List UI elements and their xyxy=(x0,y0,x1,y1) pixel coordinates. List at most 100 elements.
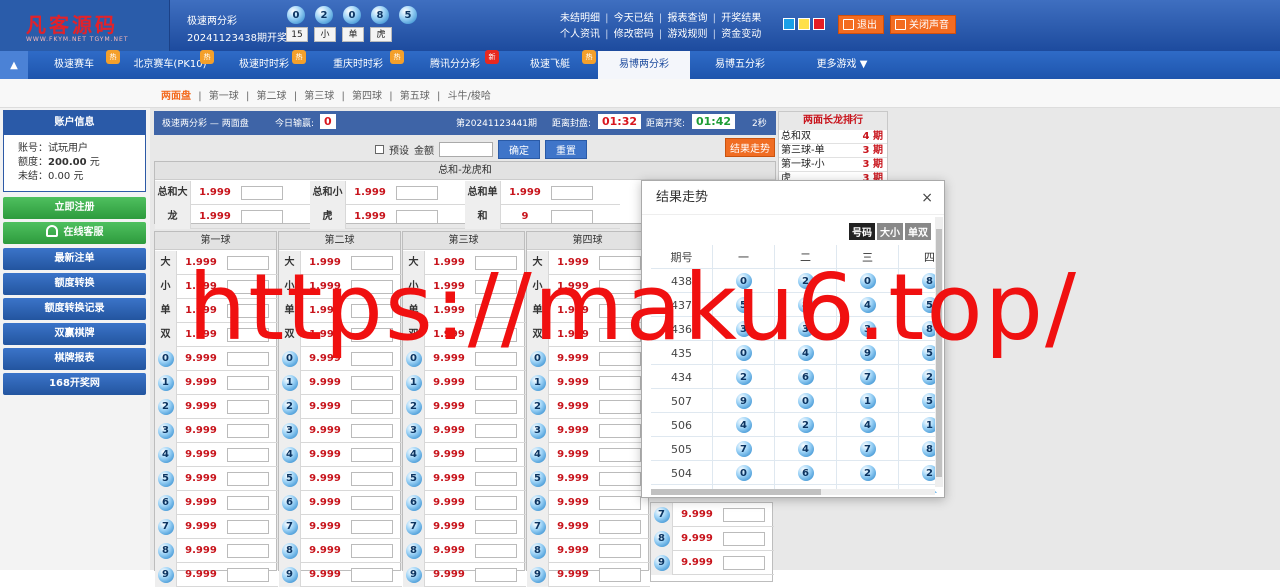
subnav-ball-3[interactable]: 第三球 xyxy=(304,91,334,102)
bet-cell[interactable]: 5 9.999 xyxy=(155,466,278,491)
bet-cell[interactable]: 和9 xyxy=(465,204,620,229)
nav-tab-yibo-5fc[interactable]: 易博五分彩 xyxy=(690,51,790,79)
bet-cell[interactable]: 7 9.999 xyxy=(279,514,402,539)
nav-tab-chongqing-ssc[interactable]: 重庆时时彩热 xyxy=(308,50,408,79)
theme-red-checkbox[interactable] xyxy=(813,18,825,30)
bet-amount-input[interactable] xyxy=(351,543,393,558)
link-results[interactable]: 开奖结果 xyxy=(721,13,761,24)
confirm-button[interactable]: 确定 xyxy=(498,140,540,159)
close-icon[interactable]: × xyxy=(921,181,933,215)
bet-amount-input[interactable] xyxy=(599,375,641,390)
bet-amount-input[interactable] xyxy=(599,447,641,462)
bet-amount-input[interactable] xyxy=(227,543,269,558)
bet-amount-input[interactable] xyxy=(475,495,517,510)
bet-amount-input[interactable] xyxy=(227,399,269,414)
reset-button[interactable]: 重置 xyxy=(545,140,587,159)
bet-amount-input[interactable] xyxy=(351,375,393,390)
bet-cell[interactable]: 9 9.999 xyxy=(279,562,402,587)
nav-tab-yibo-2fc[interactable]: 易博两分彩 xyxy=(598,51,690,79)
nav-more-games-dropdown[interactable]: 更多游戏 ▼ xyxy=(790,51,894,79)
bet-amount-input[interactable] xyxy=(227,471,269,486)
bet-cell[interactable]: 9 9.999 xyxy=(651,550,774,575)
bet-amount-input[interactable] xyxy=(351,495,393,510)
bet-cell[interactable]: 6 9.999 xyxy=(403,490,526,515)
bet-amount-input[interactable] xyxy=(599,519,641,534)
subnav-ball-1[interactable]: 第一球 xyxy=(209,91,239,102)
bet-cell[interactable]: 2 9.999 xyxy=(527,394,650,419)
bet-cell[interactable]: 1 9.999 xyxy=(155,370,278,395)
site-logo[interactable]: 凡客源码 WWW.FKYM.NET TGYM.NET xyxy=(0,0,170,51)
bet-cell[interactable]: 9 9.999 xyxy=(527,562,650,587)
bet-cell[interactable]: 8 9.999 xyxy=(527,538,650,563)
bet-cell[interactable]: 3 9.999 xyxy=(279,418,402,443)
bet-cell[interactable]: 1 9.999 xyxy=(279,370,402,395)
link-change-password[interactable]: 修改密码 xyxy=(614,29,654,40)
bet-cell[interactable]: 龙 1.999 xyxy=(155,204,310,229)
tab-odd-even[interactable]: 单双 xyxy=(905,223,931,240)
chess-report-button[interactable]: 棋牌报表 xyxy=(3,348,146,370)
amount-input[interactable] xyxy=(439,142,493,157)
bet-amount-input[interactable] xyxy=(241,185,283,200)
bet-amount-input[interactable] xyxy=(241,209,283,224)
bet-cell[interactable]: 5 9.999 xyxy=(279,466,402,491)
bet-cell[interactable]: 5 9.999 xyxy=(527,466,650,491)
bet-cell[interactable]: 9 9.999 xyxy=(403,562,526,587)
bet-amount-input[interactable] xyxy=(227,519,269,534)
bet-cell[interactable]: 虎 1.999 xyxy=(310,204,465,229)
bet-amount-input[interactable] xyxy=(599,471,641,486)
toggle-sound-button[interactable]: 关闭声音 xyxy=(890,15,956,34)
bet-amount-input[interactable] xyxy=(723,531,765,546)
bet-cell[interactable]: 7 9.999 xyxy=(651,502,774,527)
bet-cell[interactable]: 总和大 1.999 xyxy=(155,180,310,205)
bet-amount-input[interactable] xyxy=(599,423,641,438)
bet-cell[interactable]: 2 9.999 xyxy=(403,394,526,419)
nav-tab-tencent-ffc[interactable]: 腾讯分分彩新 xyxy=(408,50,502,79)
bet-amount-input[interactable] xyxy=(475,543,517,558)
bet-cell[interactable]: 4 9.999 xyxy=(403,442,526,467)
bet-amount-input[interactable] xyxy=(475,519,517,534)
bet-amount-input[interactable] xyxy=(227,495,269,510)
nav-tab-jisu-feiting[interactable]: 极速飞艇热 xyxy=(502,50,598,79)
bet-amount-input[interactable] xyxy=(723,555,765,570)
bet-cell[interactable]: 8 9.999 xyxy=(403,538,526,563)
bet-cell[interactable]: 总和小 1.999 xyxy=(310,180,465,205)
bet-cell[interactable]: 总和单 1.999 xyxy=(465,180,620,205)
bet-amount-input[interactable] xyxy=(227,423,269,438)
bet-cell[interactable]: 4 9.999 xyxy=(527,442,650,467)
nav-tab-jisu-ssc[interactable]: 极速时时彩热 xyxy=(220,50,308,79)
preset-checkbox[interactable] xyxy=(375,145,384,154)
logout-button[interactable]: 退出 xyxy=(838,15,884,34)
bet-amount-input[interactable] xyxy=(599,495,641,510)
link-rules[interactable]: 游戏规则 xyxy=(667,29,707,40)
quota-transfer-button[interactable]: 额度转换 xyxy=(3,273,146,295)
bet-cell[interactable]: 3 9.999 xyxy=(155,418,278,443)
shuangying-chess-button[interactable]: 双赢棋牌 xyxy=(3,323,146,345)
bet-amount-input[interactable] xyxy=(227,447,269,462)
bet-amount-input[interactable] xyxy=(551,209,593,224)
bet-amount-input[interactable] xyxy=(475,447,517,462)
tab-big-small[interactable]: 大小 xyxy=(877,223,903,240)
bet-cell[interactable]: 3 9.999 xyxy=(527,418,650,443)
bet-cell[interactable]: 1 9.999 xyxy=(527,370,650,395)
bet-amount-input[interactable] xyxy=(396,209,438,224)
bet-amount-input[interactable] xyxy=(475,471,517,486)
168-draw-site-button[interactable]: 168开奖网 xyxy=(3,373,146,395)
bet-cell[interactable]: 9 9.999 xyxy=(155,562,278,587)
online-support-button[interactable]: 在线客服 xyxy=(3,222,146,244)
bet-amount-input[interactable] xyxy=(599,399,641,414)
horizontal-scrollbar[interactable] xyxy=(651,489,935,495)
register-button[interactable]: 立即注册 xyxy=(3,197,146,219)
bet-amount-input[interactable] xyxy=(396,185,438,200)
bet-cell[interactable]: 8 9.999 xyxy=(155,538,278,563)
link-report[interactable]: 报表查询 xyxy=(667,13,707,24)
bet-amount-input[interactable] xyxy=(475,375,517,390)
bet-cell[interactable]: 6 9.999 xyxy=(279,490,402,515)
bet-amount-input[interactable] xyxy=(723,507,765,522)
bet-amount-input[interactable] xyxy=(351,423,393,438)
bet-cell[interactable]: 8 9.999 xyxy=(279,538,402,563)
bet-amount-input[interactable] xyxy=(227,375,269,390)
bet-cell[interactable]: 2 9.999 xyxy=(155,394,278,419)
bet-amount-input[interactable] xyxy=(551,185,593,200)
bet-amount-input[interactable] xyxy=(475,399,517,414)
bet-cell[interactable]: 4 9.999 xyxy=(279,442,402,467)
